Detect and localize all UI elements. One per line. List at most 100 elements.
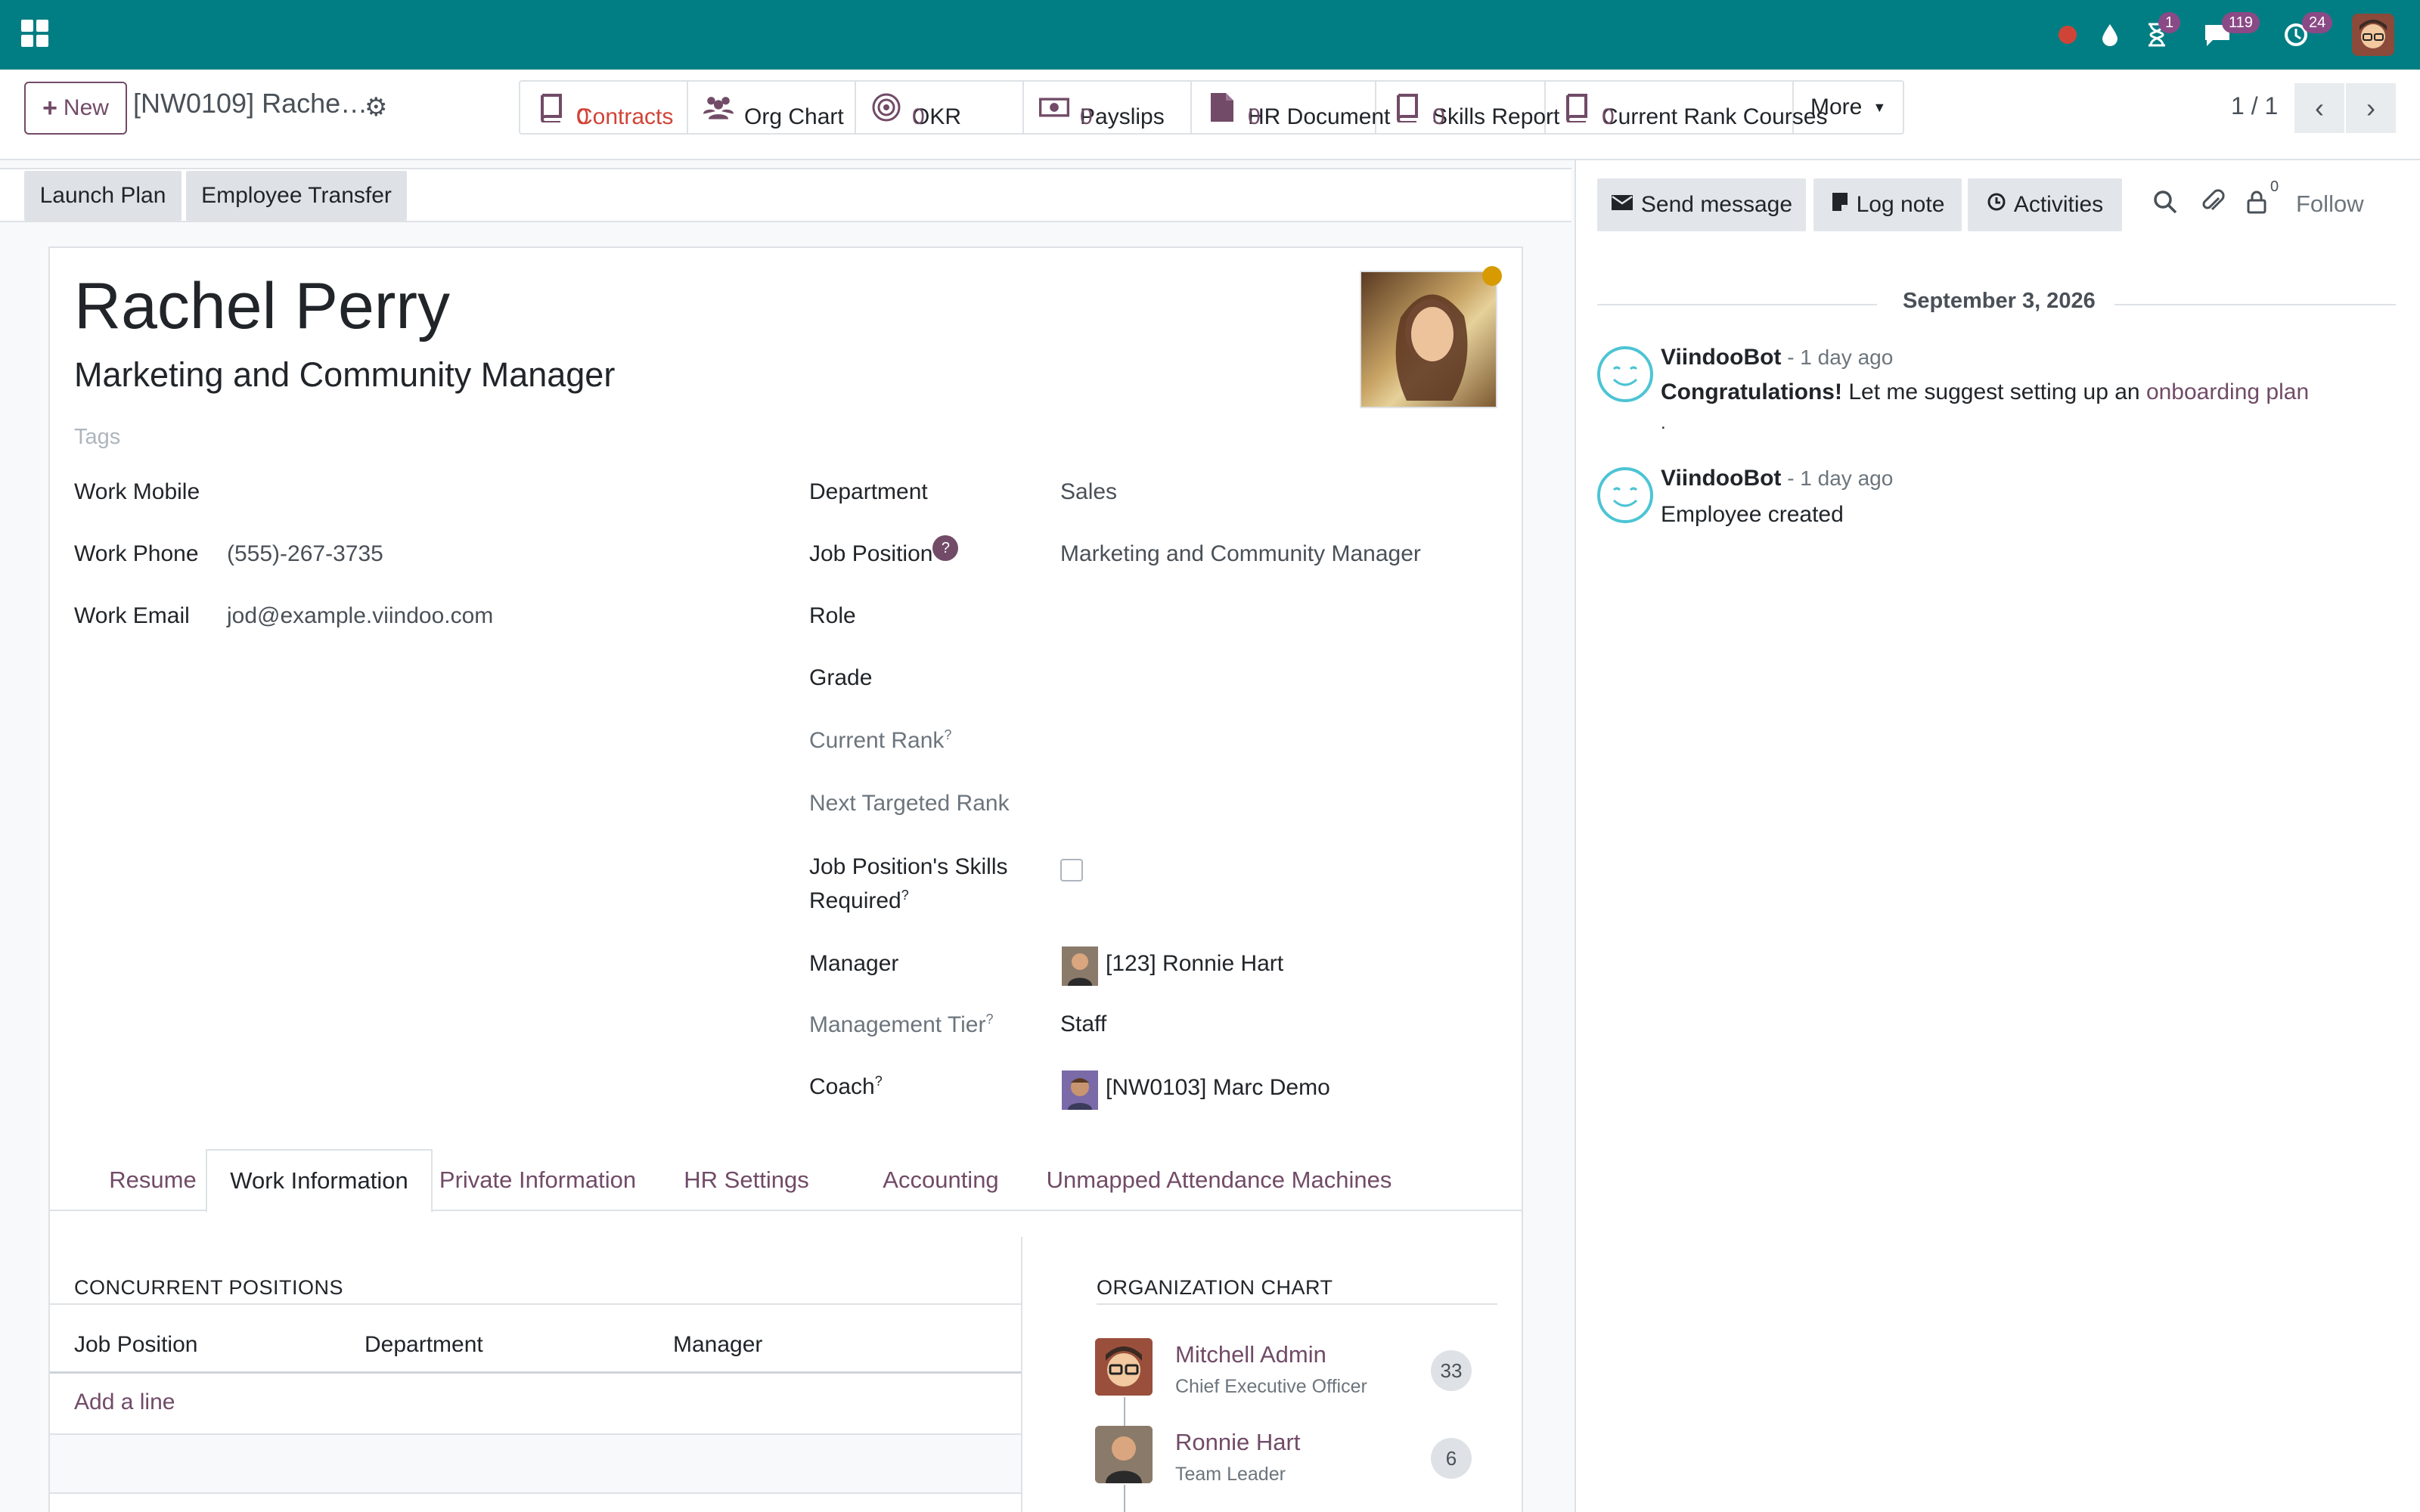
onboarding-plan-link[interactable]: onboarding plan — [2146, 380, 2309, 404]
payslips-label: Payslips — [1080, 104, 1165, 129]
money-icon — [1039, 92, 1069, 122]
help-mark[interactable]: ? — [944, 727, 951, 742]
messages-badge: 119 — [2222, 12, 2260, 33]
add-a-line-link[interactable]: Add a line — [74, 1390, 175, 1415]
col-manager[interactable]: Manager — [673, 1332, 762, 1358]
work-email-field[interactable]: jod@example.viindoo.com — [227, 603, 493, 629]
chat-icon[interactable]: 119 — [2201, 12, 2260, 53]
empty-row — [50, 1435, 1021, 1492]
col-job-position[interactable]: Job Position — [74, 1332, 197, 1358]
coach-label: Coach — [809, 1074, 875, 1099]
employee-photo[interactable] — [1360, 271, 1497, 408]
management-tier-field[interactable]: Staff — [1060, 1012, 1106, 1037]
clock-icon[interactable]: 24 — [2281, 12, 2333, 53]
search-icon[interactable] — [2152, 189, 2178, 222]
users-icon — [703, 92, 734, 122]
coach-field[interactable]: [NW0103] Marc Demo — [1106, 1075, 1330, 1101]
tags-input[interactable]: Tags — [74, 425, 120, 450]
log-note-label: Log note — [1856, 192, 1945, 217]
col-department[interactable]: Department — [365, 1332, 483, 1358]
record-icon[interactable] — [2054, 17, 2081, 53]
smart-button-skills-report[interactable]: Skills Report 0 — [1376, 82, 1559, 133]
tab-work-information[interactable]: Work Information — [206, 1149, 433, 1213]
new-button-label: New — [63, 95, 109, 120]
followers-count: 0 — [2270, 178, 2279, 195]
job-position-label: Job Position — [809, 541, 933, 566]
organization-chart-title: ORGANIZATION CHART — [1097, 1276, 1333, 1299]
send-message-button[interactable]: Send message — [1597, 178, 1806, 231]
message-trail: . — [1661, 413, 1666, 433]
tab-unmapped-attendance-machines[interactable]: Unmapped Attendance Machines — [1030, 1149, 1408, 1211]
divider — [50, 1303, 1021, 1305]
drop-icon[interactable] — [2096, 17, 2124, 53]
contracts-label: Contracts — [576, 104, 674, 129]
employee-transfer-button[interactable]: Employee Transfer — [186, 171, 407, 221]
app-menu-icon[interactable] — [21, 20, 48, 47]
new-button[interactable]: + New — [24, 82, 127, 135]
okr-count: 0 — [912, 104, 925, 129]
tab-private-information[interactable]: Private Information — [433, 1149, 643, 1211]
launch-plan-button[interactable]: Launch Plan — [24, 171, 182, 221]
help-mark[interactable]: ? — [985, 1012, 993, 1027]
smart-button-current-rank-courses[interactable]: Current Rank Courses 0 — [1546, 82, 1827, 133]
activities-button[interactable]: Activities — [1968, 178, 2122, 231]
clock-circle-icon — [1987, 192, 2006, 218]
follow-button[interactable]: Follow — [2296, 191, 2364, 218]
skills-required-label-line2: Required — [809, 888, 901, 913]
gear-icon[interactable]: ⚙ — [365, 92, 387, 122]
hourglass-icon[interactable]: 1 — [2142, 12, 2181, 53]
skills-required-checkbox[interactable] — [1060, 859, 1083, 881]
org-connector — [1124, 1397, 1125, 1427]
smart-button-contracts[interactable]: Contracts 0 — [520, 82, 688, 133]
date-separator-line — [2114, 304, 2396, 305]
activities-badge: 1 — [2158, 12, 2181, 33]
tab-hr-settings[interactable]: HR Settings — [667, 1149, 826, 1211]
chevron-left-icon[interactable]: ‹ — [2294, 83, 2344, 133]
tab-accounting[interactable]: Accounting — [867, 1149, 1015, 1211]
payslips-count: 0 — [1080, 104, 1093, 129]
smart-button-payslips[interactable]: Payslips 0 — [1024, 82, 1192, 133]
form-statusbar: Launch Plan Employee Transfer — [0, 168, 1571, 222]
current-rank-courses-label: Current Rank Courses — [1602, 104, 1828, 129]
manager-label: Manager — [809, 951, 899, 976]
user-avatar[interactable] — [2352, 14, 2394, 56]
timer-badge: 24 — [2302, 12, 2333, 33]
employee-job-title[interactable]: Marketing and Community Manager — [74, 355, 615, 395]
smart-button-hr-document[interactable]: HR Document 0 — [1192, 82, 1390, 133]
book-icon — [1561, 92, 1591, 122]
job-position-field[interactable]: Marketing and Community Manager — [1060, 541, 1421, 567]
department-field[interactable]: Sales — [1060, 479, 1117, 505]
org-avatar-ronnie[interactable] — [1095, 1426, 1153, 1483]
org-connector — [1124, 1485, 1125, 1512]
employee-name[interactable]: Rachel Perry — [74, 269, 450, 344]
help-mark[interactable]: ? — [901, 888, 909, 903]
org-count-mitchell[interactable]: 33 — [1431, 1350, 1472, 1391]
org-avatar-mitchell[interactable] — [1095, 1338, 1153, 1396]
current-rank-courses-count: 0 — [1602, 104, 1615, 129]
help-icon[interactable]: ? — [932, 535, 959, 561]
org-name-ronnie[interactable]: Ronnie Hart — [1175, 1429, 1300, 1456]
lock-icon[interactable]: 0 — [2246, 178, 2279, 222]
work-phone-field[interactable]: (555)-267-3735 — [227, 541, 383, 567]
author-name[interactable]: ViindooBot — [1661, 466, 1781, 491]
org-chart-label: Org Chart — [744, 104, 844, 129]
org-name-mitchell[interactable]: Mitchell Admin — [1175, 1341, 1326, 1368]
author-name[interactable]: ViindooBot — [1661, 345, 1781, 370]
manager-field[interactable]: [123] Ronnie Hart — [1106, 951, 1283, 977]
next-targeted-rank-label: Next Targeted Rank — [809, 791, 1010, 816]
pager-value[interactable]: 1 / 1 — [2231, 92, 2278, 120]
date-separator: September 3, 2026 — [1903, 289, 2096, 313]
paperclip-icon[interactable] — [2201, 189, 2226, 223]
work-email-label: Work Email — [74, 603, 190, 628]
message-author[interactable]: ViindooBot - 1 day ago — [1661, 466, 1893, 491]
message-author[interactable]: ViindooBot - 1 day ago — [1661, 345, 1893, 370]
smart-button-org-chart[interactable]: Org Chart — [688, 82, 856, 133]
org-count-ronnie[interactable]: 6 — [1431, 1438, 1472, 1479]
chevron-right-icon[interactable]: › — [2346, 83, 2396, 133]
caret-down-icon: ▼ — [1872, 99, 1887, 115]
log-note-button[interactable]: Log note — [1813, 178, 1962, 231]
smart-button-okr[interactable]: OKR 0 — [856, 82, 1024, 133]
presence-status-dot — [1482, 266, 1502, 286]
smart-buttons: Contracts 0 Org Chart OKR 0 Payslips 0 HR D… — [519, 80, 1905, 135]
help-mark[interactable]: ? — [875, 1074, 883, 1089]
